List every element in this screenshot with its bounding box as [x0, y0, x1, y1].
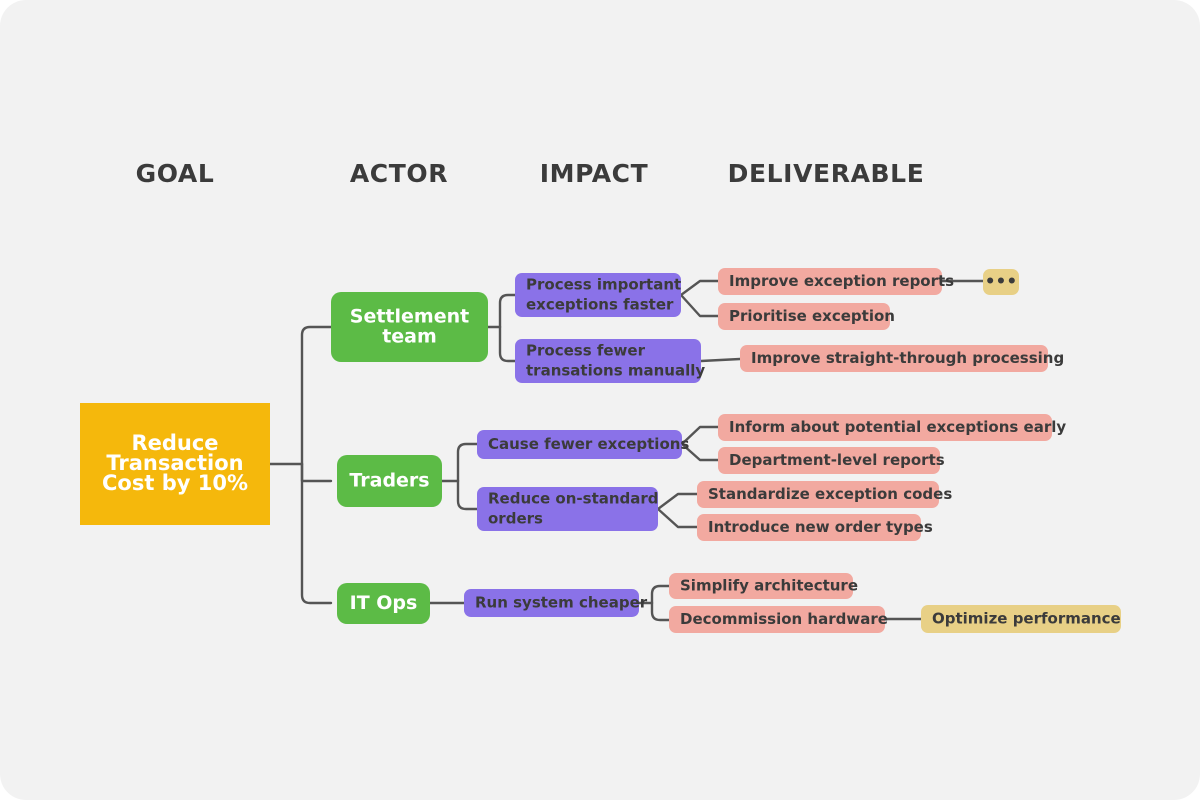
column-header-actor: ACTOR — [350, 159, 448, 188]
link-impact2-to-sthrough — [699, 357, 742, 363]
column-header-impact: IMPACT — [540, 159, 649, 188]
actor-it-ops-label: IT Ops — [350, 592, 418, 614]
link-impact1-split-up — [679, 279, 720, 297]
link-settlement-to-impact1 — [498, 293, 517, 329]
actor-settlement-team[interactable]: Settlementteam — [331, 292, 488, 362]
goal-node-label: Cost by 10% — [102, 471, 248, 495]
link-goal-to-settlement — [300, 325, 333, 466]
deliverable-prioritise-exception[interactable]: Prioritise exception — [718, 303, 895, 330]
impact-process-important-exceptions-faster-label: exceptions faster — [526, 296, 674, 314]
impact-process-important-exceptions-faster-label: Process important — [526, 276, 681, 294]
impact-run-system-cheaper[interactable]: Run system cheaper — [464, 589, 648, 617]
deliverable-improve-exception-reports-label: Improve exception reports — [729, 272, 954, 290]
diagram-page: Process important exceptions faster Proces… — [0, 0, 1200, 800]
impact-reduce-on-standard-orders[interactable]: Reduce on-standard orders — [477, 487, 659, 531]
deliverable-department-level-reports-label: Department-level reports — [729, 451, 945, 469]
deliverable-introduce-new-order-types[interactable]: Introduce new order types — [697, 514, 933, 541]
link-traders-to-impact1 — [456, 442, 479, 483]
extra-ellipsis-label: ••• — [985, 272, 1018, 292]
impact-process-fewer-transations-manually-label: Process fewer — [526, 342, 646, 360]
link-goal-to-traders — [300, 462, 333, 483]
node-layer: Process importantexceptions fasterProces… — [80, 268, 1121, 633]
deliverable-inform-about-potential-exceptions-early[interactable]: Inform about potential exceptions early — [718, 414, 1066, 441]
impact-cause-fewer-exceptions[interactable]: Cause fewer exceptions — [477, 430, 689, 459]
actor-traders[interactable]: Traders — [337, 455, 442, 507]
link-traders-to-impact2 — [456, 479, 479, 511]
deliverable-department-level-reports[interactable]: Department-level reports — [718, 447, 945, 474]
link-runsystem-to-decommission — [650, 601, 671, 622]
extra-optimize-performance-label: Optimize performance — [932, 610, 1121, 628]
link-impact1-split-down — [679, 293, 720, 318]
impact-process-fewer-transations-manually[interactable]: Process fewer transations manually — [515, 339, 705, 383]
link-goal-to-itops — [300, 462, 333, 605]
deliverable-improve-straight-through-processing-label: Improve straight-through processing — [751, 349, 1064, 367]
impact-process-important-exceptions-faster[interactable]: Process important exceptions faster — [515, 273, 681, 317]
deliverable-improve-exception-reports[interactable]: Improve exception reports — [718, 268, 954, 295]
extra-optimize-performance[interactable]: Optimize performance — [921, 605, 1121, 633]
deliverable-standardize-exception-codes[interactable]: Standardize exception codes — [697, 481, 952, 508]
deliverable-simplify-architecture[interactable]: Simplify architecture — [669, 573, 858, 599]
deliverable-prioritise-exception-label: Prioritise exception — [729, 307, 895, 325]
impact-run-system-cheaper-label: Run system cheaper — [475, 594, 648, 612]
link-settlement-to-impact2 — [498, 325, 517, 363]
goal-node[interactable]: ReduceTransactionCost by 10% — [80, 403, 270, 525]
deliverable-inform-about-potential-exceptions-early-label: Inform about potential exceptions early — [729, 418, 1066, 436]
extra-ellipsis[interactable]: ••• — [983, 269, 1019, 295]
impact-process-fewer-transations-manually-label: transations manually — [526, 362, 705, 380]
deliverable-introduce-new-order-types-label: Introduce new order types — [708, 518, 933, 536]
impact-reduce-on-standard-orders-label: Reduce on-standard — [488, 490, 659, 508]
mindmap-canvas: Process importantexceptions fasterProces… — [80, 159, 1121, 633]
link-reduce-split-up — [656, 492, 699, 511]
deliverable-improve-straight-through-processing[interactable]: Improve straight-through processing — [740, 345, 1064, 372]
actor-settlement-team-label: Settlement — [350, 306, 469, 328]
column-header-goal: GOAL — [136, 159, 215, 188]
link-reduce-split-down — [656, 507, 699, 529]
deliverable-standardize-exception-codes-label: Standardize exception codes — [708, 485, 952, 503]
actor-settlement-team-label: team — [382, 326, 437, 348]
deliverable-decommission-hardware-label: Decommission hardware — [680, 610, 888, 628]
impact-reduce-on-standard-orders-label: orders — [488, 510, 543, 528]
impact-cause-fewer-exceptions-label: Cause fewer exceptions — [488, 435, 689, 453]
deliverable-decommission-hardware[interactable]: Decommission hardware — [669, 606, 888, 633]
column-header-layer: GOAL ACTOR IMPACT DELIVERABLE — [136, 159, 925, 188]
link-runsystem-to-simplify — [650, 584, 671, 605]
deliverable-simplify-architecture-label: Simplify architecture — [680, 577, 858, 595]
actor-traders-label: Traders — [349, 470, 429, 492]
actor-it-ops[interactable]: IT Ops — [337, 583, 430, 624]
column-header-deliverable: DELIVERABLE — [728, 159, 925, 188]
